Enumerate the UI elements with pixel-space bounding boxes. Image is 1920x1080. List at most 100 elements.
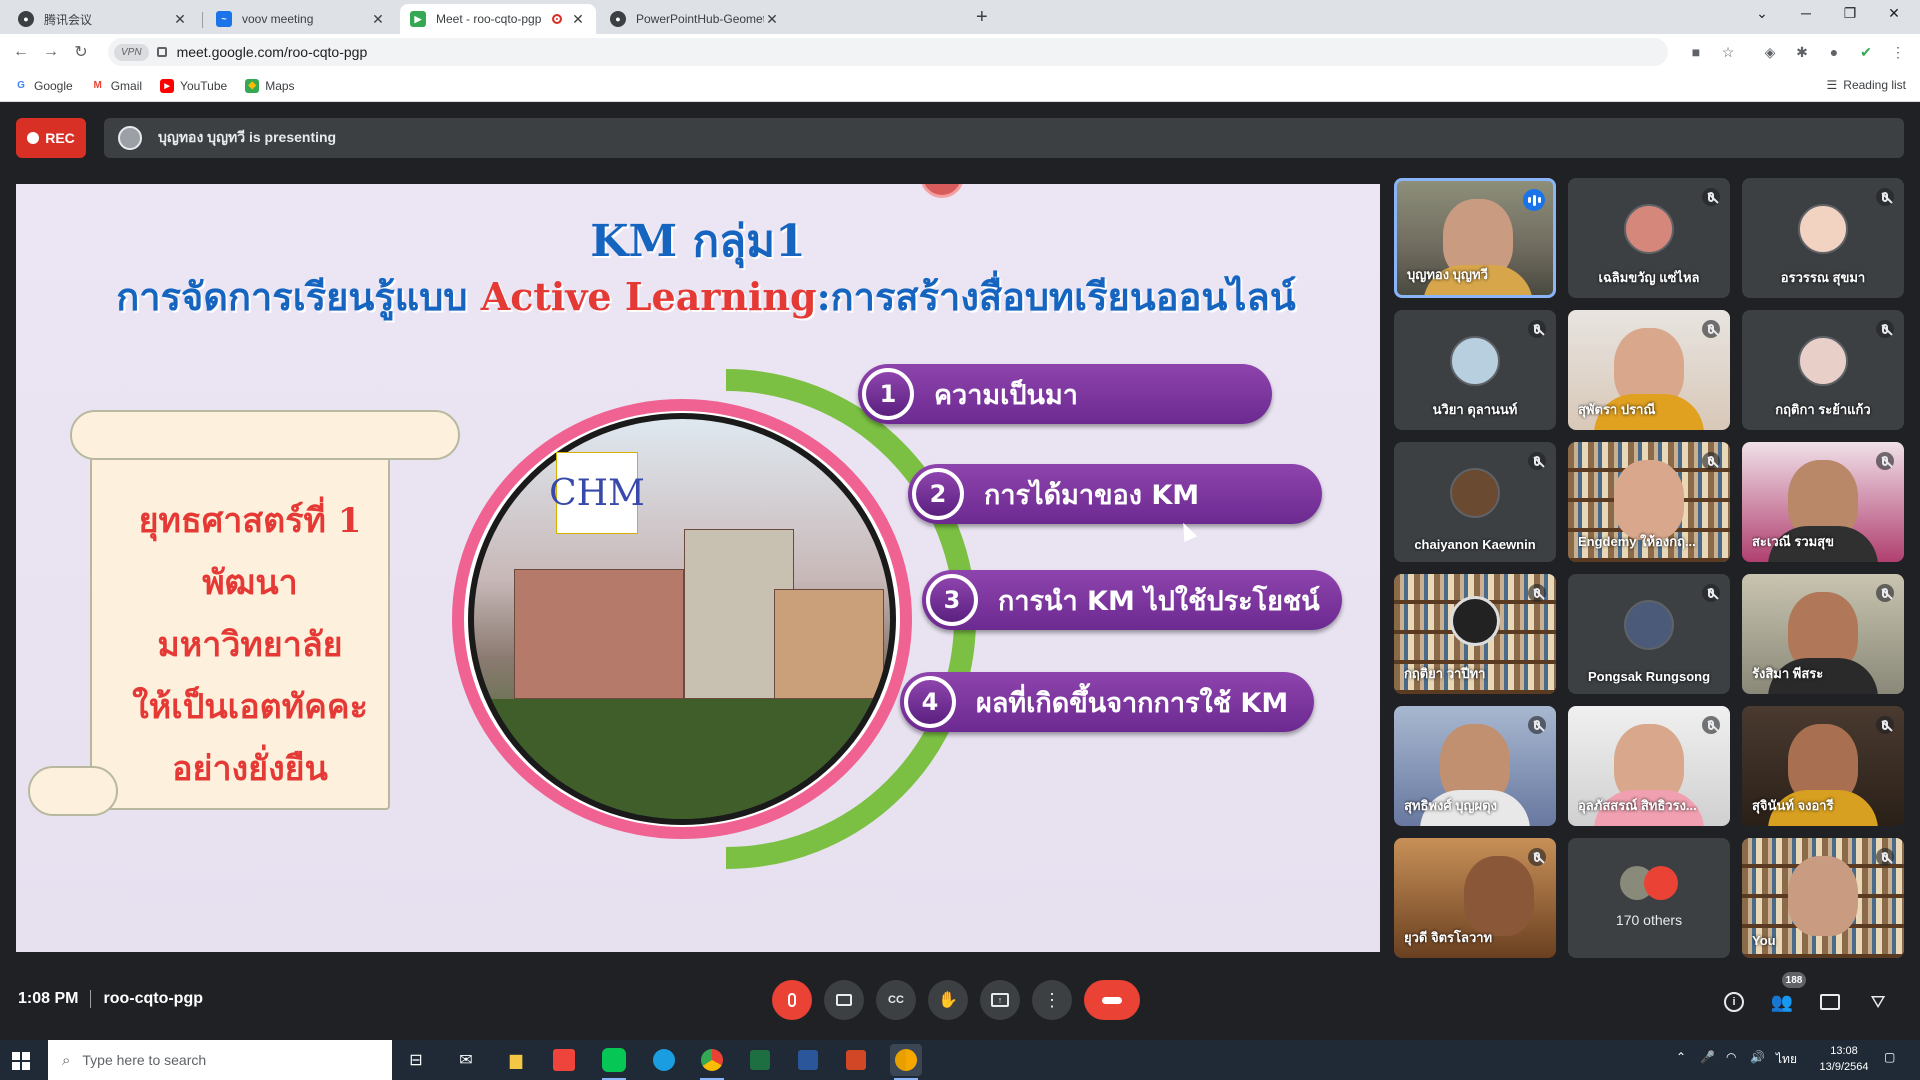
bookmark-google[interactable]: G Google [14,79,73,93]
participant-tile[interactable]: ยุวดี จิตรโลวาท [1394,838,1556,958]
close-window-button[interactable]: ✕ [1874,5,1914,22]
lock-icon[interactable] [156,47,167,57]
bookmarks-bar: G Google M Gmail ▶ YouTube ◆ Maps ☰ Read… [0,70,1920,102]
participant-tile[interactable]: บุญทอง บุญทวี [1394,178,1556,298]
self-view-tile[interactable]: You [1742,838,1904,958]
powerpoint-icon[interactable] [840,1044,872,1076]
address-bar[interactable]: VPN meet.google.com/roo-cqto-pgp [108,38,1668,66]
excel-icon[interactable] [744,1044,776,1076]
google-icon: G [17,80,25,91]
presenter-avatar [118,126,142,150]
wifi-icon[interactable]: ◠ [1726,1050,1736,1064]
minimize-button[interactable]: ─ [1786,5,1826,21]
word-icon[interactable] [792,1044,824,1076]
mail-icon[interactable]: ✉ [450,1044,482,1076]
forward-button[interactable]: → [36,43,66,61]
participant-tile[interactable]: สุจินันท์ จงอารี [1742,706,1904,826]
security-extension-icon[interactable]: ✔ [1856,42,1876,62]
participant-tile[interactable]: สุทธิพงศ์ บุญผดุง [1394,706,1556,826]
volume-icon[interactable]: 🔊 [1750,1050,1765,1064]
camera-toggle-button[interactable] [824,980,864,1020]
mic-off-icon [1528,848,1546,866]
extension-shield-icon[interactable]: ◈ [1760,42,1780,62]
close-icon[interactable]: ✕ [764,11,780,28]
topic-item-4: 4 ผลที่เกิดขึ้นจากการใช้ KM [900,672,1314,732]
camera-icon[interactable]: ■ [1686,42,1706,62]
participant-tile[interactable]: เฉลิมขวัญ แซ่ไหล [1568,178,1730,298]
language-indicator[interactable]: ไทย [1776,1050,1797,1069]
divider [90,990,92,1008]
participant-tile[interactable]: Pongsak Rungsong [1568,574,1730,694]
participant-tile[interactable]: สุพัตรา ปราณี [1568,310,1730,430]
participant-tile[interactable]: อรวรรณ สุขมา [1742,178,1904,298]
close-icon[interactable]: ✕ [172,11,188,28]
maps-icon: ◆ [245,78,260,93]
mic-toggle-button[interactable] [772,980,812,1020]
participant-tile[interactable]: อุลภัสสรณ์ สิทธิวรง... [1568,706,1730,826]
participant-tile[interactable]: กฤติยา วาปีทา [1394,574,1556,694]
browser-tab-voov[interactable]: ~ voov meeting ✕ [206,4,396,34]
bookmark-maps[interactable]: ◆ Maps [245,78,295,93]
leave-call-button[interactable] [1084,980,1140,1020]
participant-avatar [1624,204,1674,254]
participant-avatar [1450,336,1500,386]
mic-off-icon [1876,452,1894,470]
raise-hand-button[interactable]: ✋ [928,980,968,1020]
more-options-button[interactable]: ⋮ [1032,980,1072,1020]
tray-chevron-icon[interactable]: ⌃ [1676,1050,1686,1064]
back-button[interactable]: ← [6,43,36,61]
chat-button[interactable] [1816,988,1844,1016]
url-text[interactable]: meet.google.com/roo-cqto-pgp [177,44,368,60]
scroll-text: ยุทธศาสตร์ที่ 1 พัฒนา มหาวิทยาลัย ให้เป็… [132,501,368,789]
present-now-button[interactable]: ↑ [980,980,1020,1020]
reload-button[interactable]: ↻ [66,42,96,62]
close-icon[interactable]: ✕ [370,11,386,28]
participant-tile[interactable]: รังสิมา พีสระ [1742,574,1904,694]
browser-tab-strip: ● 腾讯会议 ✕ ~ voov meeting ✕ ▶ Meet - roo-c… [0,0,1920,34]
speaking-indicator-icon [1523,189,1545,211]
new-tab-button[interactable]: + [976,6,988,29]
restore-button[interactable]: ❐ [1830,5,1870,22]
participant-tile[interactable]: สะเวณี รวมสุข [1742,442,1904,562]
bookmark-star-icon[interactable]: ☆ [1718,42,1738,62]
people-button[interactable]: 👥 [1768,988,1796,1016]
slide-subtitle: การจัดการเรียนรู้แบบ Active Learning:การ… [116,274,1296,319]
browser-tab-meet[interactable]: ▶ Meet - roo-cqto-pgp ✕ [400,4,596,34]
vpn-badge[interactable]: VPN [114,43,149,61]
line-app-icon[interactable] [598,1044,630,1080]
browser-tab-tencent[interactable]: ● 腾讯会议 ✕ [8,4,198,34]
browser-tab-powerpointhub[interactable]: ● PowerPointHub-Geometric Desig ✕ [600,4,790,34]
reading-list-icon: ☰ [1826,78,1838,92]
chrome-canary-icon[interactable] [890,1044,922,1080]
microphone-icon[interactable]: 🎤 [1700,1050,1715,1064]
taskbar-clock[interactable]: 13:08 13/9/2564 [1814,1043,1874,1075]
windows-start-icon[interactable] [12,1052,30,1070]
meet-stage: REC บุญทอง บุญทวี is presenting KM กลุ่ม… [0,102,1920,1040]
chrome-icon[interactable] [696,1044,728,1080]
bookmark-youtube[interactable]: ▶ YouTube [160,78,227,93]
participant-tile[interactable]: นวิยา ดุลานนท์ [1394,310,1556,430]
notifications-icon[interactable]: ▢ [1884,1050,1895,1064]
hang-up-icon [1102,996,1122,1004]
reading-list-button[interactable]: ☰ Reading list [1827,78,1906,92]
building-left [514,569,684,699]
menu-kebab-icon[interactable]: ⋮ [1888,42,1908,62]
extensions-puzzle-icon[interactable]: ✱ [1792,42,1812,62]
file-explorer-icon[interactable]: ▆ [500,1044,532,1076]
browser-toolbar: ← → ↻ VPN meet.google.com/roo-cqto-pgp ■… [0,34,1920,70]
participant-tile[interactable]: chaiyanon Kaewnin [1394,442,1556,562]
participant-tile[interactable]: Engdemy ให้องกฤ... [1568,442,1730,562]
close-icon[interactable]: ✕ [570,11,586,28]
bookmark-gmail[interactable]: M Gmail [91,79,143,93]
others-tile[interactable]: 170 others [1568,838,1730,958]
profile-avatar-icon[interactable]: ● [1824,42,1844,62]
tab-search-icon[interactable]: ⌄ [1742,5,1782,22]
anydesk-icon[interactable] [548,1044,580,1076]
taskbar-search-input[interactable]: ⌕ Type here to search [48,1040,392,1080]
meeting-details-button[interactable]: i [1720,988,1748,1016]
task-view-icon[interactable]: ⊟ [400,1044,432,1076]
edge-icon[interactable] [648,1044,680,1076]
activities-button[interactable]: ⛛ [1864,988,1892,1016]
captions-button[interactable]: CC [876,980,916,1020]
participant-tile[interactable]: กฤติกา ระย้าแก้ว [1742,310,1904,430]
